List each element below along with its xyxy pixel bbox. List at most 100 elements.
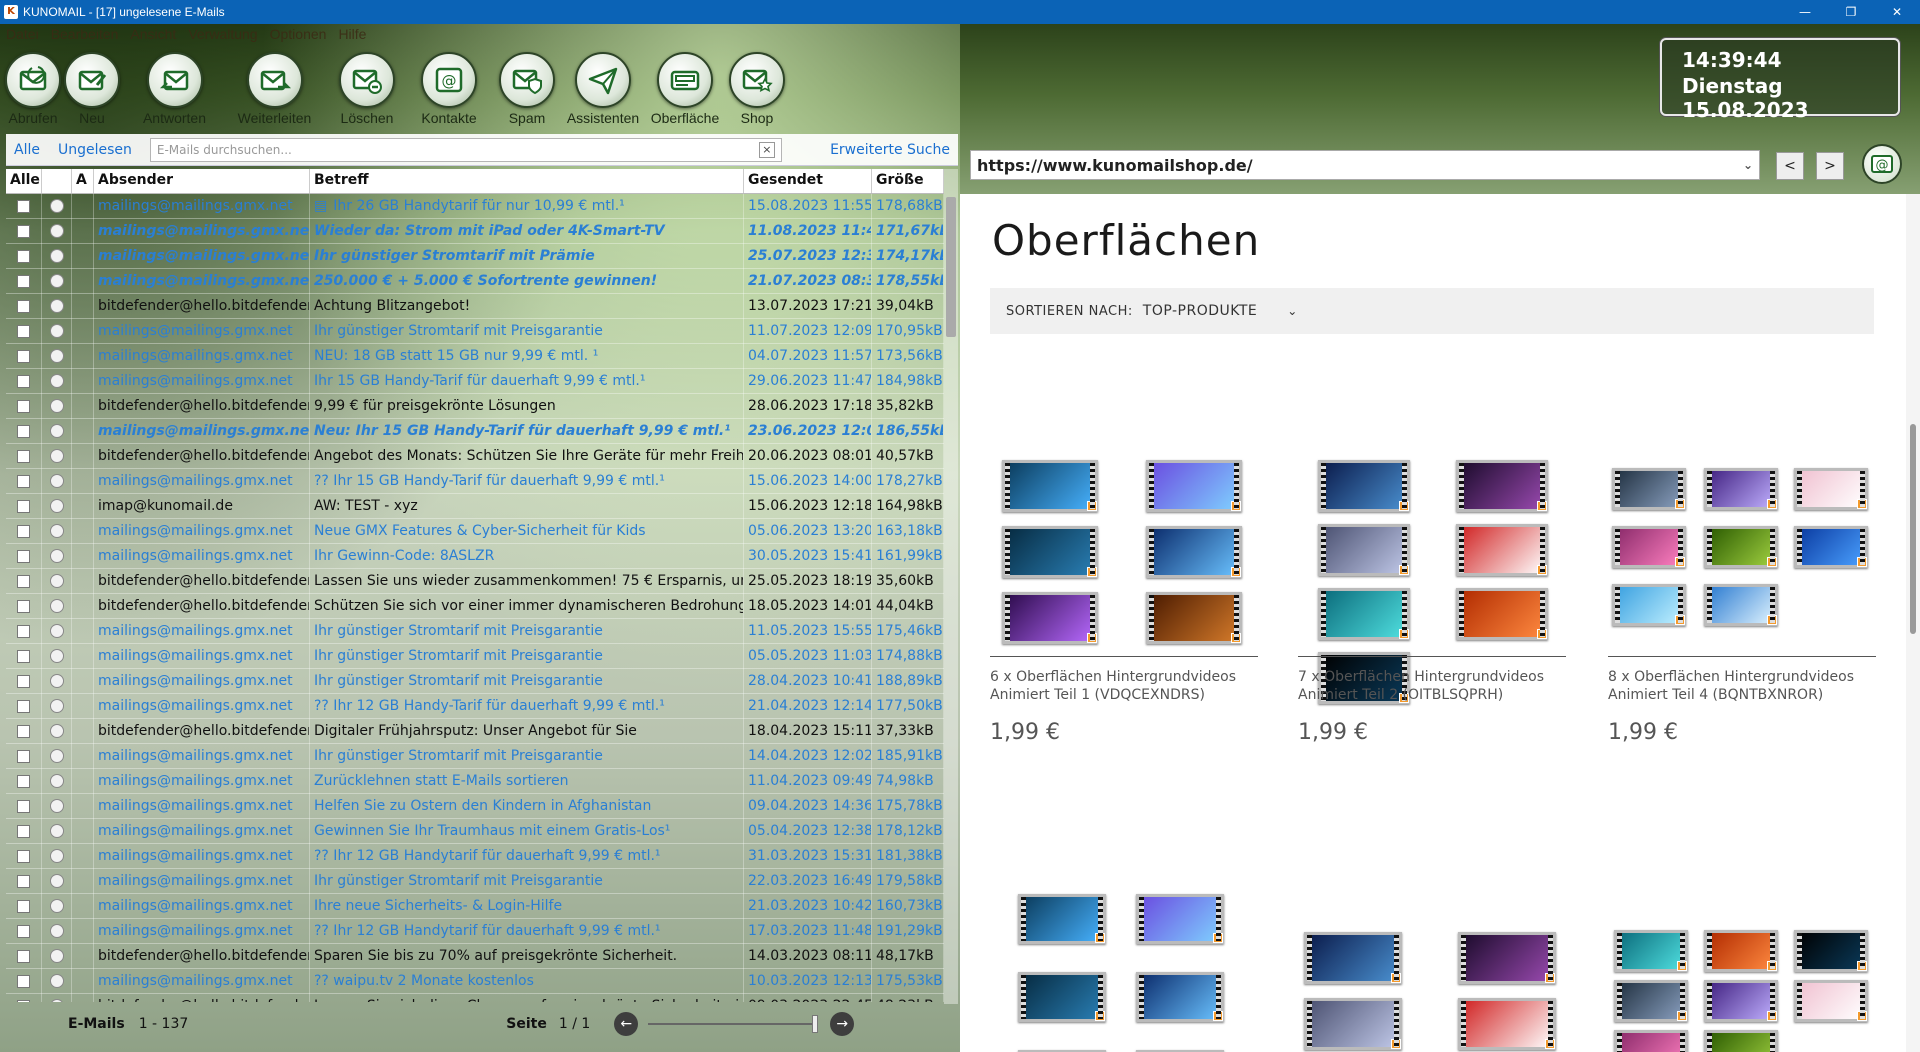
checkbox[interactable] [17,574,30,588]
read-status-icon[interactable] [49,449,64,463]
row-status[interactable] [42,643,72,669]
checkbox[interactable] [17,274,30,288]
table-row[interactable]: mailings@mailings.gmx.net Ihr günstiger S… [6,668,944,694]
row-status[interactable] [42,618,72,644]
row-checkbox[interactable] [6,368,42,394]
video-thumbnail[interactable] [1794,930,1868,972]
table-row[interactable]: imap@kunomail.de AW: TEST - xyz 15.06.2023… [6,493,944,519]
row-status[interactable] [42,893,72,919]
video-thumbnail[interactable] [1002,526,1098,578]
read-status-icon[interactable] [49,774,64,788]
video-thumbnail[interactable] [1304,932,1402,984]
row-checkbox[interactable] [6,893,42,919]
row-status[interactable] [42,443,72,469]
checkbox[interactable] [17,949,30,963]
product-name[interactable]: 6 x Oberflächen Hintergrundvideos Animie… [990,668,1258,704]
row-checkbox[interactable] [6,993,42,1002]
checkbox[interactable] [17,374,30,388]
read-status-icon[interactable] [49,924,64,938]
webpage-scrollbar-thumb[interactable] [1910,424,1916,634]
row-checkbox[interactable] [6,918,42,944]
row-status[interactable] [42,368,72,394]
prev-page-button[interactable]: ← [614,1012,639,1036]
video-thumbnail[interactable] [1318,524,1410,576]
checkbox[interactable] [17,524,30,538]
col-sent[interactable]: Gesendet [744,169,872,193]
advanced-search-link[interactable]: Erweiterte Suche [830,142,950,158]
menu-bearbeiten[interactable]: Bearbeiten [51,26,119,42]
sort-bar[interactable]: Sortieren nach: Top-Produkte ⌄ [990,288,1874,334]
table-row[interactable]: bitdefender@hello.bitdefender.comAngebot… [6,443,944,469]
row-status[interactable] [42,743,72,769]
row-status[interactable] [42,318,72,344]
checkbox[interactable] [17,399,30,413]
page-slider[interactable] [648,1015,819,1033]
row-checkbox[interactable] [6,393,42,419]
table-row[interactable]: mailings@mailings.gmx.net Neu: Ihr 15 GB … [6,418,944,444]
chevron-down-icon[interactable]: ⌄ [1743,158,1753,172]
table-row[interactable]: mailings@mailings.gmx.net Ihr günstiger S… [6,618,944,644]
read-status-icon[interactable] [49,574,64,588]
row-checkbox[interactable] [6,543,42,569]
row-checkbox[interactable] [6,743,42,769]
checkbox[interactable] [17,824,30,838]
row-checkbox[interactable] [6,268,42,294]
row-checkbox[interactable] [6,768,42,794]
checkbox[interactable] [17,249,30,263]
toolbar-button-oberfl-che[interactable]: Oberfläche [644,52,726,126]
video-thumbnail[interactable] [1458,998,1556,1050]
close-button[interactable]: ✕ [1874,0,1920,24]
video-thumbnail[interactable] [1704,980,1778,1022]
checkbox[interactable] [17,474,30,488]
video-thumbnail[interactable] [1456,460,1548,512]
table-row[interactable]: mailings@mailings.gmx.net?? waipu.tv 2 M… [6,968,944,994]
video-thumbnail[interactable] [1456,588,1548,640]
row-checkbox[interactable] [6,643,42,669]
row-status[interactable] [42,968,72,994]
read-status-icon[interactable] [49,674,64,688]
table-row[interactable]: mailings@mailings.gmx.net NEU: 18 GB stat… [6,343,944,369]
sort-value[interactable]: Top-Produkte [1143,303,1257,319]
read-status-icon[interactable] [49,499,64,513]
row-status[interactable] [42,493,72,519]
row-status[interactable] [42,668,72,694]
row-checkbox[interactable] [6,443,42,469]
row-checkbox[interactable] [6,293,42,319]
filter-all-tab[interactable]: Alle [14,142,40,158]
table-row[interactable]: bitdefender@hello.bitdefender.comSchütze… [6,593,944,619]
table-row[interactable]: bitdefender@hello.bitdefender.com Lassen … [6,993,944,1002]
row-checkbox[interactable] [6,818,42,844]
read-status-icon[interactable] [49,949,64,963]
table-row[interactable]: mailings@mailings.gmx.net Zurücklehnen st… [6,768,944,794]
clear-search-icon[interactable]: × [758,141,775,158]
row-checkbox[interactable] [6,343,42,369]
checkbox[interactable] [17,699,30,713]
read-status-icon[interactable] [49,374,64,388]
browser-forward-button[interactable]: > [1816,152,1844,180]
video-thumbnail[interactable] [1136,894,1224,944]
table-row[interactable]: mailings@mailings.gmx.net Ihr günstiger S… [6,643,944,669]
row-checkbox[interactable] [6,668,42,694]
checkbox[interactable] [17,624,30,638]
row-status[interactable] [42,518,72,544]
toolbar-button-shop[interactable]: Shop [726,52,788,126]
video-thumbnail[interactable] [1136,972,1224,1022]
checkbox[interactable] [17,724,30,738]
row-status[interactable] [42,868,72,894]
col-sender[interactable]: Absender [94,169,310,193]
mail-at-icon[interactable]: @ [1862,144,1902,184]
read-status-icon[interactable] [49,324,64,338]
chevron-down-icon[interactable]: ⌄ [1287,304,1297,318]
col-subject[interactable]: Betreff [310,169,744,193]
table-row[interactable]: mailings@mailings.gmx.net ▤ Ihr 26 GB Hand… [6,194,944,219]
table-row[interactable]: mailings@mailings.gmx.net Ihr günstiger S… [6,243,944,269]
row-status[interactable] [42,918,72,944]
product-name[interactable]: 7 x Oberflächen Hintergrundvideos Animie… [1298,668,1566,704]
checkbox[interactable] [17,899,30,913]
row-checkbox[interactable] [6,718,42,744]
row-status[interactable] [42,194,72,219]
checkbox[interactable] [17,499,30,513]
col-size[interactable]: Größe [872,169,944,193]
video-thumbnail[interactable] [1612,468,1686,510]
read-status-icon[interactable] [49,999,64,1002]
